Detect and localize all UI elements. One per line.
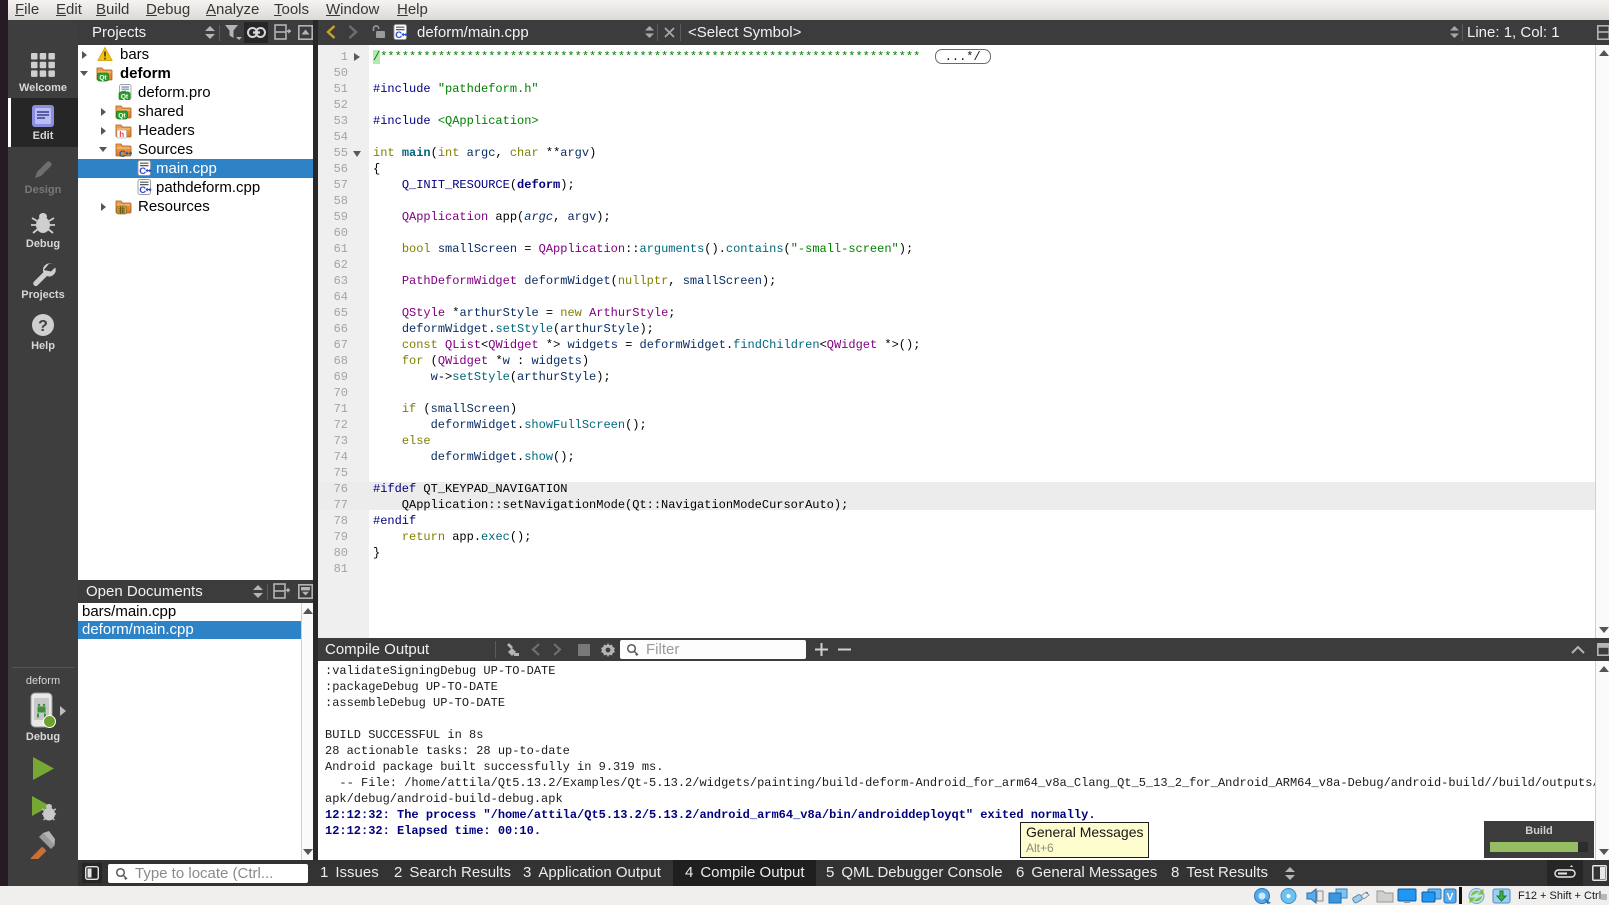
svg-text:?: ?: [38, 318, 48, 335]
svg-text:V: V: [1447, 892, 1454, 903]
